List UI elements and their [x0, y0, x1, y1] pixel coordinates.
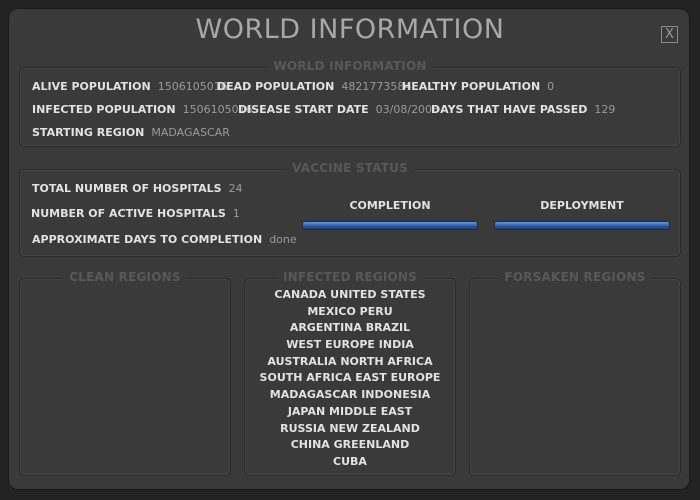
list-item: SOUTH AFRICA EAST EUROPE — [259, 371, 441, 385]
list-item: JAPAN MIDDLE EAST — [287, 404, 413, 418]
healthy-population-row: HEALTHY POPULATION 0 — [402, 80, 554, 93]
list-item: CUBA — [333, 454, 367, 468]
list-item: ARGENTINA BRAZIL — [289, 321, 411, 335]
forsaken-regions-panel: FORSAKEN REGIONS — [469, 270, 681, 476]
approx-days-value: done — [269, 233, 297, 246]
total-hospitals-label: TOTAL NUMBER OF HOSPITALS — [32, 182, 222, 195]
list-item: MADAGASCAR INDONESIA — [269, 388, 431, 402]
total-hospitals-value: 24 — [228, 182, 243, 195]
infected-regions-panel: INFECTED REGIONS CANADA UNITED STATES ME… — [244, 270, 456, 476]
healthy-population-label: HEALTHY POPULATION — [402, 80, 541, 93]
clean-regions-title: CLEAN REGIONS — [63, 270, 187, 284]
alive-population-label: ALIVE POPULATION — [32, 80, 151, 93]
dead-population-row: DEAD POPULATION 4821773584 — [217, 80, 411, 93]
days-passed-value: 129 — [594, 103, 616, 116]
vaccine-status-panel-title: VACCINE STATUS — [286, 161, 414, 175]
disease-start-value: 03/08/2008 — [375, 103, 440, 116]
days-passed-row: DAYS THAT HAVE PASSED 129 — [431, 103, 615, 116]
days-passed-label: DAYS THAT HAVE PASSED — [431, 103, 588, 116]
deployment-label: DEPLOYMENT — [540, 199, 624, 212]
healthy-population-value: 0 — [547, 80, 555, 93]
world-info-panel-title: WORLD INFORMATION — [267, 59, 433, 73]
completion-label: COMPLETION — [349, 199, 431, 212]
alive-population-row: ALIVE POPULATION 1506105016 — [32, 80, 228, 93]
dead-population-value: 4821773584 — [341, 80, 412, 93]
starting-region-row: STARTING REGION MADAGASCAR — [32, 126, 230, 139]
active-hospitals-label: NUMBER OF ACTIVE HOSPITALS — [31, 207, 226, 220]
approx-days-row: APPROXIMATE DAYS TO COMPLETION done — [32, 233, 297, 246]
active-hospitals-value: 1 — [232, 207, 240, 220]
forsaken-regions-title: FORSAKEN REGIONS — [498, 270, 652, 284]
list-item: CANADA UNITED STATES — [274, 288, 426, 301]
disease-start-label: DISEASE START DATE — [238, 103, 369, 116]
starting-region-value: MADAGASCAR — [151, 126, 230, 139]
active-hospitals-row: NUMBER OF ACTIVE HOSPITALS 1 — [31, 207, 240, 220]
list-item: WEST EUROPE INDIA — [286, 338, 414, 352]
close-button[interactable]: X — [661, 26, 678, 43]
dead-population-label: DEAD POPULATION — [217, 80, 335, 93]
approx-days-label: APPROXIMATE DAYS TO COMPLETION — [32, 233, 263, 246]
list-item: AUSTRALIA NORTH AFRICA — [267, 354, 433, 368]
starting-region-label: STARTING REGION — [32, 126, 145, 139]
completion-progress-bar — [302, 221, 478, 230]
completion-progress-fill — [303, 222, 477, 229]
deployment-progress-fill — [495, 222, 669, 229]
deployment-progress-bar — [494, 221, 670, 230]
infected-regions-list: CANADA UNITED STATES MEXICO PERU ARGENTI… — [245, 287, 455, 471]
list-item: MEXICO PERU — [307, 304, 393, 318]
total-hospitals-row: TOTAL NUMBER OF HOSPITALS 24 — [32, 182, 243, 195]
infected-regions-title: INFECTED REGIONS — [276, 270, 424, 284]
list-item: CHINA GREENLAND — [290, 438, 410, 452]
clean-regions-panel: CLEAN REGIONS — [19, 270, 231, 476]
infected-population-row: INFECTED POPULATION 1506105016 — [32, 103, 253, 116]
infected-population-label: INFECTED POPULATION — [32, 103, 176, 116]
list-item: RUSSIA NEW ZEALAND — [280, 421, 420, 435]
disease-start-row: DISEASE START DATE 03/08/2008 — [238, 103, 439, 116]
window-title: WORLD INFORMATION — [195, 14, 505, 45]
